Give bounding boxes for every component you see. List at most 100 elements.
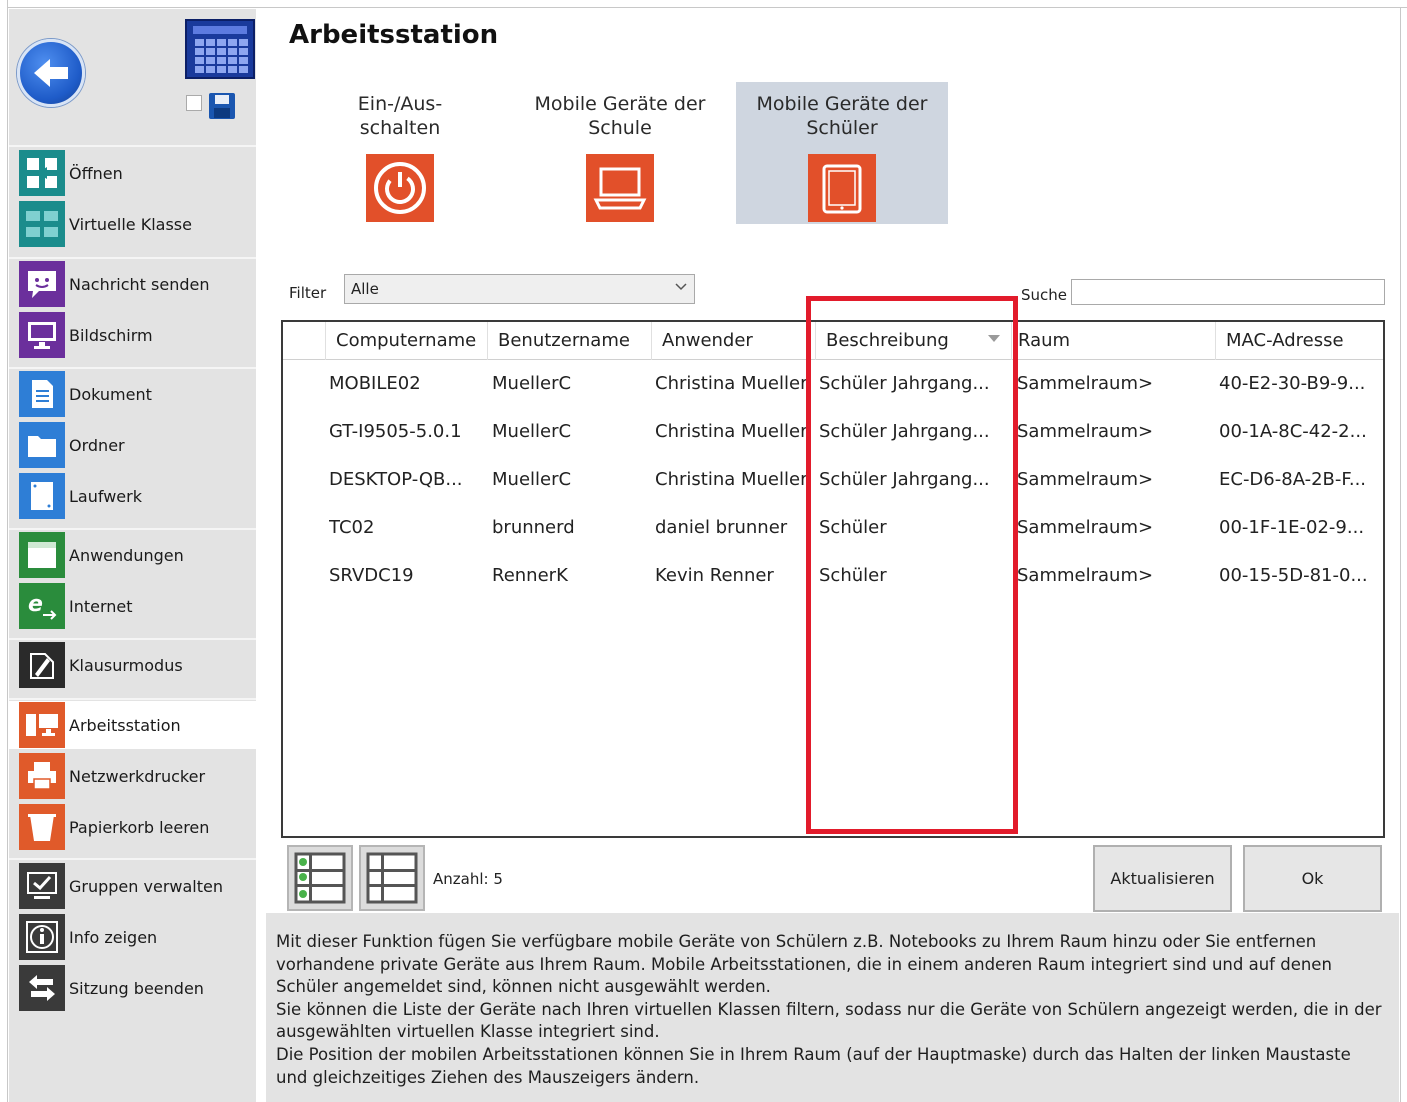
sidebar: Öffnen Virtuelle Klasse Nachricht senden… xyxy=(9,9,256,1102)
cell-raum: Sammelraum> xyxy=(1017,469,1154,490)
search-input[interactable] xyxy=(1071,279,1385,305)
back-arrow-icon[interactable] xyxy=(17,39,85,107)
open-icon xyxy=(19,150,65,196)
info-text-line: Mit dieser Funktion fügen Sie verfügbare… xyxy=(276,932,1317,951)
cell-beschreibung: Schüler xyxy=(819,517,887,538)
folder-icon xyxy=(19,422,65,468)
cell-computername: DESKTOP-QB... xyxy=(329,469,463,490)
page-title: Arbeitsstation xyxy=(289,20,499,50)
refresh-button[interactable]: Aktualisieren xyxy=(1093,845,1232,912)
sidebar-item-label: Sitzung beenden xyxy=(69,978,204,998)
info-panel: Mit dieser Funktion fügen Sie verfügbare… xyxy=(266,913,1399,1102)
groups-icon xyxy=(19,863,65,909)
sidebar-item-bildschirm[interactable]: Bildschirm xyxy=(9,311,256,359)
cell-anwender: Christina Mueller xyxy=(655,373,808,394)
sidebar-item-label: Laufwerk xyxy=(69,486,142,506)
count-label: Anzahl: 5 xyxy=(433,870,503,888)
exam-mode-icon xyxy=(19,642,65,688)
select-all-view-button[interactable] xyxy=(287,845,353,911)
list-view-button[interactable] xyxy=(359,845,425,911)
mode-label-line2: Schule xyxy=(588,117,652,139)
cell-mac-adresse: 00-15-5D-81-0... xyxy=(1219,565,1368,586)
column-header-mac-adresse[interactable]: MAC-Adresse xyxy=(1215,322,1383,360)
sidebar-item-anwendungen[interactable]: Anwendungen xyxy=(9,531,256,579)
power-icon xyxy=(366,154,434,222)
column-header-computername[interactable]: Computername xyxy=(325,322,487,360)
column-header-anwender[interactable]: Anwender xyxy=(651,322,815,360)
sidebar-item-gruppen-verwalten[interactable]: Gruppen verwalten xyxy=(9,862,256,910)
mode-label-line1: Ein-/Aus- xyxy=(357,93,443,115)
table-row[interactable]: GT-I9505-5.0.1 MuellerC Christina Muelle… xyxy=(283,408,1383,456)
filter-dropdown[interactable]: Alle xyxy=(344,274,695,304)
mode-tile-school-devices[interactable]: Mobile Geräte der Schule xyxy=(514,82,726,224)
save-icon[interactable] xyxy=(209,93,235,119)
mode-label: Ein-/Aus- schalten xyxy=(294,92,506,144)
cell-mac-adresse: 40-E2-30-B9-9... xyxy=(1219,373,1366,394)
sidebar-item-label: Klausurmodus xyxy=(69,655,183,675)
sidebar-item-netzwerkdrucker[interactable]: Netzwerkdrucker xyxy=(9,752,256,800)
sidebar-item-info-zeigen[interactable]: Info zeigen xyxy=(9,913,256,961)
column-header-beschreibung[interactable]: Beschreibung xyxy=(815,322,1011,360)
mode-label-line1: Mobile Geräte der xyxy=(534,93,706,115)
column-header-benutzername[interactable]: Benutzername xyxy=(487,322,651,360)
calculator-icon[interactable] xyxy=(185,19,255,79)
cell-beschreibung: Schüler Jahrgang... xyxy=(819,469,990,490)
mode-label: Mobile Geräte der Schule xyxy=(514,92,726,144)
cell-computername: SRVDC19 xyxy=(329,565,414,586)
sidebar-item-arbeitsstation[interactable]: Arbeitsstation xyxy=(9,701,256,749)
cell-anwender: Kevin Renner xyxy=(655,565,774,586)
cell-raum: Sammelraum> xyxy=(1017,421,1154,442)
mode-tile-power[interactable]: Ein-/Aus- schalten xyxy=(294,82,506,224)
sidebar-item-virtuelle-klasse[interactable]: Virtuelle Klasse xyxy=(9,200,256,248)
table-row[interactable]: TC02 brunnerd daniel brunner Schüler Sam… xyxy=(283,504,1383,552)
sidebar-item-ordner[interactable]: Ordner xyxy=(9,421,256,469)
window-right-edge xyxy=(1400,8,1407,1102)
applications-icon xyxy=(19,532,65,578)
cell-mac-adresse: 00-1A-8C-42-2... xyxy=(1219,421,1367,442)
sidebar-item-sitzung-beenden[interactable]: Sitzung beenden xyxy=(9,964,256,1012)
cell-raum: Sammelraum> xyxy=(1017,565,1154,586)
sidebar-item-klausurmodus[interactable]: Klausurmodus xyxy=(9,641,256,689)
cell-mac-adresse: EC-D6-8A-2B-F... xyxy=(1219,469,1367,490)
sidebar-item-nachricht-senden[interactable]: Nachricht senden xyxy=(9,260,256,308)
mode-tile-student-devices[interactable]: Mobile Geräte der Schüler xyxy=(736,82,948,224)
devices-table[interactable]: Computername Benutzername Anwender Besch… xyxy=(281,320,1385,838)
filter-label: Filter xyxy=(289,284,327,302)
internet-icon: e xyxy=(19,583,65,629)
sidebar-item-papierkorb-leeren[interactable]: Papierkorb leeren xyxy=(9,803,256,851)
cell-raum: Sammelraum> xyxy=(1017,373,1154,394)
row-header-corner xyxy=(283,322,325,360)
sidebar-item-label: Virtuelle Klasse xyxy=(69,214,192,234)
laptop-icon xyxy=(586,154,654,222)
drive-icon xyxy=(19,473,65,519)
table-row[interactable]: DESKTOP-QB... MuellerC Christina Mueller… xyxy=(283,456,1383,504)
logout-icon xyxy=(19,965,65,1011)
sidebar-item-dokument[interactable]: Dokument xyxy=(9,370,256,418)
sidebar-item-label: Nachricht senden xyxy=(69,274,210,294)
sidebar-item-internet[interactable]: e Internet xyxy=(9,582,256,630)
mode-label-line2: schalten xyxy=(359,117,441,139)
save-checkbox[interactable] xyxy=(186,95,202,111)
cell-benutzername: brunnerd xyxy=(492,517,575,538)
sidebar-item-label: Bildschirm xyxy=(69,325,153,345)
table-row[interactable]: SRVDC19 RennerK Kevin Renner Schüler Sam… xyxy=(283,552,1383,600)
sidebar-item-oeffnen[interactable]: Öffnen xyxy=(9,149,256,197)
document-icon xyxy=(19,371,65,417)
cell-benutzername: RennerK xyxy=(492,565,568,586)
column-header-raum[interactable]: Raum xyxy=(1011,322,1215,360)
cell-computername: GT-I9505-5.0.1 xyxy=(329,421,462,442)
window-top-edge xyxy=(0,0,1407,8)
sidebar-item-label: Papierkorb leeren xyxy=(69,817,210,837)
table-header: Computername Benutzername Anwender Besch… xyxy=(283,322,1383,360)
sidebar-item-label: Arbeitsstation xyxy=(69,715,181,735)
sidebar-item-laufwerk[interactable]: Laufwerk xyxy=(9,472,256,520)
table-row[interactable]: MOBILE02 MuellerC Christina Mueller Schü… xyxy=(283,360,1383,408)
ok-button[interactable]: Ok xyxy=(1243,845,1382,912)
info-text-line: Die Position der mobilen Arbeitsstatione… xyxy=(276,1044,1351,1064)
cell-benutzername: MuellerC xyxy=(492,469,572,490)
sort-descending-icon xyxy=(987,332,1001,346)
virtual-class-icon xyxy=(19,201,65,247)
cell-mac-adresse: 00-1F-1E-02-9... xyxy=(1219,517,1365,538)
cell-raum: Sammelraum> xyxy=(1017,517,1154,538)
sidebar-item-label: Anwendungen xyxy=(69,545,184,565)
